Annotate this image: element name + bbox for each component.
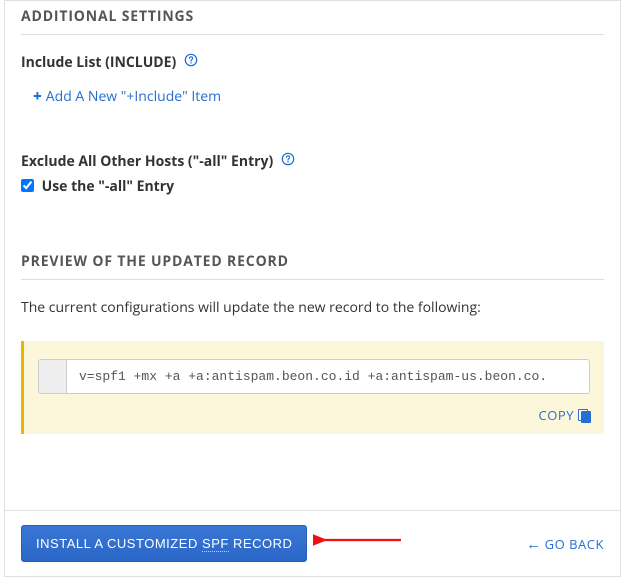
- exclude-all-field: Exclude All Other Hosts ("-all" Entry): [21, 152, 604, 171]
- use-all-checkbox[interactable]: [21, 179, 34, 192]
- copy-icon: [578, 409, 590, 421]
- add-include-button[interactable]: +Add A New "+Include" Item: [33, 87, 221, 106]
- use-all-label: Use the "-all" Entry: [42, 177, 174, 196]
- additional-settings-heading: ADDITIONAL SETTINGS: [21, 7, 604, 35]
- exclude-all-label: Exclude All Other Hosts ("-all" Entry): [21, 152, 273, 171]
- record-value: v=spf1 +mx +a +a:antispam.beon.co.id +a:…: [67, 360, 589, 393]
- install-btn-suffix: RECORD: [229, 536, 293, 551]
- go-back-link[interactable]: ←GO BACK: [526, 535, 604, 553]
- footer-actions: INSTALL A CUSTOMIZED SPF RECORD ←GO BACK: [5, 511, 620, 562]
- preview-record-box: v=spf1 +mx +a +a:antispam.beon.co.id +a:…: [21, 341, 604, 434]
- install-btn-prefix: INSTALL A CUSTOMIZED: [36, 536, 202, 551]
- include-list-label: Include List (INCLUDE): [21, 53, 176, 72]
- go-back-label: GO BACK: [545, 535, 604, 553]
- include-list-field: Include List (INCLUDE): [21, 53, 604, 72]
- record-gutter: [39, 360, 67, 393]
- preview-heading: PREVIEW OF THE UPDATED RECORD: [21, 252, 604, 280]
- help-icon[interactable]: [281, 152, 295, 168]
- preview-intro-text: The current configurations will update t…: [21, 298, 604, 317]
- record-display: v=spf1 +mx +a +a:antispam.beon.co.id +a:…: [38, 359, 590, 394]
- plus-icon: +: [33, 86, 42, 106]
- install-spf-button[interactable]: INSTALL A CUSTOMIZED SPF RECORD: [21, 525, 307, 562]
- use-all-entry-row[interactable]: Use the "-all" Entry: [21, 177, 174, 196]
- copy-button[interactable]: COPY: [539, 406, 590, 424]
- install-btn-term: SPF: [202, 536, 229, 552]
- add-include-label: Add A New "+Include" Item: [46, 87, 221, 106]
- copy-label: COPY: [539, 406, 574, 424]
- help-icon[interactable]: [184, 53, 198, 69]
